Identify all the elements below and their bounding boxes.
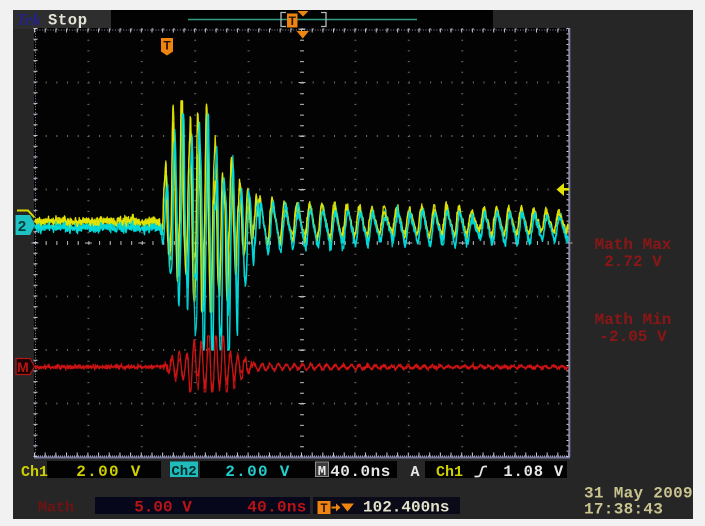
svg-text:40.0ns: 40.0ns (330, 463, 391, 481)
svg-text:2.00 V: 2.00 V (76, 463, 141, 481)
svg-text:2.72 V: 2.72 V (604, 253, 662, 271)
svg-text:2: 2 (18, 218, 26, 235)
svg-text:Math Min: Math Min (595, 311, 672, 329)
svg-text:M: M (318, 464, 326, 480)
svg-text:-2.05 V: -2.05 V (599, 328, 667, 346)
svg-text:Stop: Stop (48, 12, 88, 30)
svg-text:Ch2: Ch2 (171, 464, 196, 480)
svg-text:M: M (17, 359, 29, 375)
svg-text:102.400ns: 102.400ns (363, 499, 449, 517)
svg-text:T: T (289, 14, 297, 28)
svg-text:Tek: Tek (16, 10, 41, 29)
svg-text:17:38:43: 17:38:43 (584, 501, 663, 519)
svg-text:Ch1: Ch1 (436, 464, 463, 481)
svg-text:Math: Math (38, 500, 74, 517)
svg-text:1.08 V: 1.08 V (503, 463, 564, 481)
svg-text:T: T (163, 39, 171, 53)
svg-text:2.00 V: 2.00 V (225, 463, 290, 481)
svg-text:T: T (320, 503, 327, 515)
svg-text:Ch1: Ch1 (21, 464, 48, 481)
svg-text:40.0ns: 40.0ns (247, 499, 306, 517)
svg-text:A: A (410, 464, 419, 481)
svg-text:Math Max: Math Max (595, 236, 672, 254)
svg-text:5.00 V: 5.00 V (134, 499, 192, 517)
